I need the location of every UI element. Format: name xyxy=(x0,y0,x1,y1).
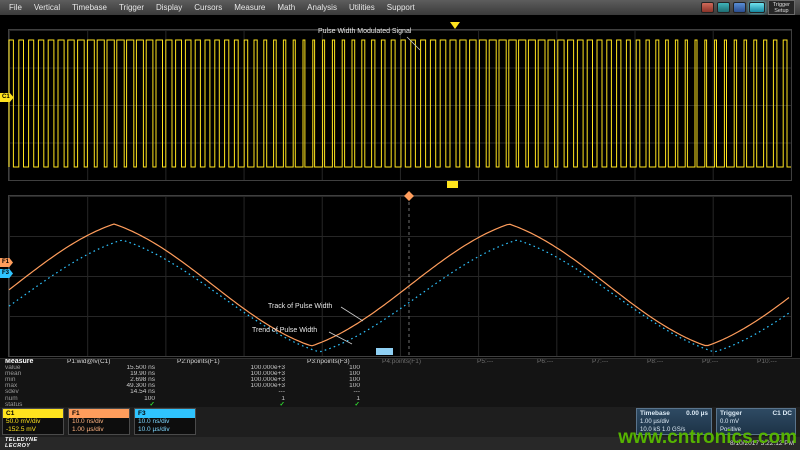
trigger-setup-line2: Setup xyxy=(773,8,790,14)
divider-marker-tag[interactable] xyxy=(447,181,458,188)
menu-toolbar: Trigger Setup xyxy=(701,0,797,15)
track-annotation-leader xyxy=(341,307,363,321)
pwm-annotation: Pulse Width Modulated Signal xyxy=(318,28,411,35)
menu-support[interactable]: Support xyxy=(381,0,421,15)
menu-file[interactable]: File xyxy=(3,0,28,15)
menu-display[interactable]: Display xyxy=(150,0,188,15)
c1-label: C1 xyxy=(3,409,63,418)
trigger-position-marker[interactable] xyxy=(450,22,460,29)
menu-bar: File Vertical Timebase Trigger Display C… xyxy=(0,0,800,15)
menu-timebase[interactable]: Timebase xyxy=(66,0,113,15)
measure-column-header[interactable]: P8:--- xyxy=(635,359,690,365)
measure-column-header[interactable]: P5:--- xyxy=(465,359,525,365)
upper-graticule xyxy=(8,29,792,181)
lower-wave-svg xyxy=(9,196,791,356)
f1-hdiv: 1.00 µs/div xyxy=(69,426,129,434)
f1-label: F1 xyxy=(69,409,129,418)
c1-offset: -152.5 mV xyxy=(3,426,63,434)
brand-line2: LECROY xyxy=(5,444,38,450)
trigger-setup-button[interactable]: Trigger Setup xyxy=(768,0,795,15)
lower-graticule xyxy=(8,195,792,357)
trigger-title: Trigger xyxy=(720,410,742,418)
c1-vdiv: 50.0 mV/div xyxy=(3,418,63,426)
f3-trend-trace xyxy=(9,240,789,351)
measure-table: MeasureP1:wid@lv(C1)P2:npoints(F1)P3:npo… xyxy=(0,358,800,408)
c1-pwm-trace xyxy=(9,40,791,167)
screen-icon[interactable] xyxy=(733,2,746,13)
cursor-handle[interactable] xyxy=(404,191,414,201)
measure-column-header[interactable]: P9:--- xyxy=(690,359,745,365)
print-icon[interactable] xyxy=(701,2,714,13)
pwm-annotation-leader xyxy=(407,37,420,50)
f1-vdiv: 10.0 ns/div xyxy=(69,418,129,426)
menu-math[interactable]: Math xyxy=(271,0,301,15)
trigger-level: 0.0 mV xyxy=(720,418,792,426)
menu-cursors[interactable]: Cursors xyxy=(188,0,228,15)
measure-column-header[interactable]: P6:--- xyxy=(525,359,580,365)
trend-annotation: Trend of Pulse Width xyxy=(252,327,317,334)
f3-vdiv: 10.0 ns/div xyxy=(135,418,195,426)
touch-icon[interactable] xyxy=(749,2,765,13)
menu-measure[interactable]: Measure xyxy=(228,0,271,15)
f3-hdiv: 10.0 µs/div xyxy=(135,426,195,434)
measure-column-header[interactable]: P7:--- xyxy=(580,359,635,365)
timebase-delay: 0.00 µs xyxy=(686,410,708,418)
timebase-scale: 1.00 µs/div xyxy=(640,418,708,426)
measure-column-header[interactable]: P4:points(F1) xyxy=(370,359,465,365)
f1-descriptor-box[interactable]: F1 10.0 ns/div 1.00 µs/div xyxy=(68,408,130,435)
f3-label: F3 xyxy=(135,409,195,418)
waveform-screen: Pulse Width Modulated Signal Track of Pu… xyxy=(0,15,800,358)
menu-analysis[interactable]: Analysis xyxy=(301,0,343,15)
upper-wave-svg xyxy=(9,30,791,180)
menu-vertical[interactable]: Vertical xyxy=(28,0,66,15)
clock-icon[interactable] xyxy=(717,2,730,13)
f1-track-trace xyxy=(9,224,789,346)
menu-utilities[interactable]: Utilities xyxy=(343,0,381,15)
track-annotation: Track of Pulse Width xyxy=(268,303,332,310)
oscilloscope-app: File Vertical Timebase Trigger Display C… xyxy=(0,0,800,450)
trigger-source: C1 DC xyxy=(772,410,792,418)
c1-descriptor-box[interactable]: C1 50.0 mV/div -152.5 mV xyxy=(2,408,64,435)
timebase-title: Timebase xyxy=(640,410,670,418)
watermark-text: www.cntronics.com xyxy=(618,427,797,449)
measure-column-header[interactable]: P10:--- xyxy=(745,359,795,365)
menu-trigger[interactable]: Trigger xyxy=(113,0,150,15)
brand-logo: TELEDYNE LECROY xyxy=(0,438,38,449)
f3-descriptor-box[interactable]: F3 10.0 ns/div 10.0 µs/div xyxy=(134,408,196,435)
cursor-readout-tag xyxy=(376,348,393,355)
